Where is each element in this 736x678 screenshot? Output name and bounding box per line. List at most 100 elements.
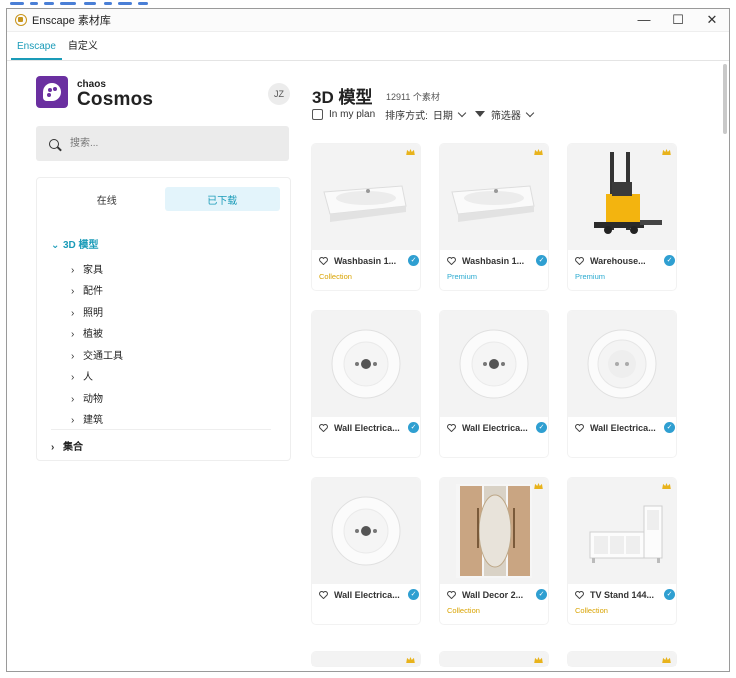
source-toggle: 在线 已下载 bbox=[49, 187, 280, 211]
chevron-down-icon: ⌄ bbox=[51, 240, 60, 251]
category-panel: 在线 已下载 ⌄ 3D 模型 › 家具 › 配件 › 照明 › 植被 › 交通工具 › 人 ›… bbox=[36, 177, 291, 461]
asset-thumbnail[interactable] bbox=[440, 311, 548, 417]
scrollbar-thumb[interactable] bbox=[723, 64, 727, 134]
crown-icon bbox=[534, 149, 543, 155]
category-item[interactable]: › 配件 bbox=[71, 282, 103, 297]
asset-thumbnail[interactable] bbox=[312, 652, 420, 666]
asset-name: Washbasin 1... bbox=[462, 255, 525, 266]
verified-check-icon: ✓ bbox=[664, 422, 675, 433]
crown-icon bbox=[406, 149, 415, 155]
category-item[interactable]: › 建筑 bbox=[71, 411, 103, 426]
category-label: 照明 bbox=[83, 308, 103, 319]
chevron-right-icon: › bbox=[71, 265, 75, 276]
close-button[interactable]: ✕ bbox=[695, 9, 729, 31]
asset-card[interactable]: TV Stand 144... ✓ Collection bbox=[568, 478, 676, 624]
search-icon bbox=[49, 138, 59, 149]
asset-thumbnail[interactable] bbox=[440, 478, 548, 584]
category-item[interactable]: › 家具 bbox=[71, 261, 103, 276]
category-item[interactable]: › 照明 bbox=[71, 304, 103, 319]
tab-custom[interactable]: 自定义 bbox=[62, 37, 104, 60]
asset-tag: Collection bbox=[575, 606, 608, 615]
in-my-plan-label: In my plan bbox=[329, 108, 376, 120]
asset-tag: Premium bbox=[447, 272, 478, 281]
asset-count: 12911 个素材 bbox=[386, 92, 440, 102]
heart-icon[interactable] bbox=[319, 256, 328, 265]
divider bbox=[51, 429, 271, 430]
tab-enscape[interactable]: Enscape bbox=[11, 41, 62, 60]
top-strip bbox=[0, 0, 736, 8]
category-item[interactable]: › 交通工具 bbox=[71, 347, 123, 362]
category-label: 3D 模型 bbox=[63, 240, 99, 251]
chevron-down-icon bbox=[457, 108, 467, 117]
asset-thumbnail[interactable] bbox=[312, 478, 420, 584]
asset-card[interactable]: Wall Electrica... ✓ bbox=[440, 311, 548, 457]
search-box[interactable] bbox=[36, 126, 289, 161]
asset-card[interactable]: Wall Electrica... ✓ bbox=[568, 311, 676, 457]
asset-card[interactable]: Wall Electrica... ✓ bbox=[312, 478, 420, 624]
maximize-button[interactable]: ☐ bbox=[661, 9, 695, 31]
sort-dropdown[interactable]: 日期 bbox=[433, 107, 453, 122]
window-title: Enscape 素材库 bbox=[32, 15, 111, 27]
asset-card[interactable] bbox=[312, 652, 420, 666]
heart-icon[interactable] bbox=[319, 423, 328, 432]
asset-name: Wall Electrica... bbox=[590, 422, 656, 433]
asset-thumbnail[interactable] bbox=[568, 144, 676, 250]
asset-thumbnail[interactable] bbox=[568, 652, 676, 666]
asset-card[interactable] bbox=[568, 652, 676, 666]
asset-thumbnail[interactable] bbox=[312, 311, 420, 417]
category-3d-models[interactable]: ⌄ 3D 模型 bbox=[51, 236, 99, 251]
asset-card[interactable]: Warehouse... ✓ Premium bbox=[568, 144, 676, 290]
filter-icon bbox=[474, 111, 485, 117]
asset-tag: Collection bbox=[447, 606, 480, 615]
asset-name: Wall Electrica... bbox=[334, 589, 400, 600]
minimize-button[interactable]: — bbox=[627, 9, 661, 31]
asset-thumbnail[interactable] bbox=[440, 652, 548, 666]
verified-check-icon: ✓ bbox=[536, 422, 547, 433]
chevron-right-icon: › bbox=[71, 308, 75, 319]
filter-dropdown[interactable]: 筛选器 bbox=[491, 107, 521, 122]
tab-downloaded[interactable]: 已下载 bbox=[164, 187, 280, 211]
verified-check-icon: ✓ bbox=[408, 255, 419, 266]
asset-thumbnail[interactable] bbox=[568, 478, 676, 584]
heart-icon[interactable] bbox=[447, 423, 456, 432]
asset-card[interactable]: Washbasin 1... ✓ Collection bbox=[312, 144, 420, 290]
heart-icon[interactable] bbox=[575, 423, 584, 432]
search-input[interactable] bbox=[68, 137, 262, 150]
tab-online[interactable]: 在线 bbox=[49, 187, 165, 211]
category-item[interactable]: › 植被 bbox=[71, 325, 103, 340]
asset-card[interactable]: Wall Electrica... ✓ bbox=[312, 311, 420, 457]
verified-check-icon: ✓ bbox=[664, 255, 675, 266]
heart-icon[interactable] bbox=[447, 256, 456, 265]
asset-name: Wall Electrica... bbox=[462, 422, 528, 433]
verified-check-icon: ✓ bbox=[408, 589, 419, 600]
crown-icon bbox=[534, 657, 543, 663]
in-my-plan-checkbox[interactable] bbox=[312, 108, 323, 120]
crown-icon bbox=[662, 483, 671, 489]
asset-thumbnail[interactable] bbox=[440, 144, 548, 250]
filter-bar: In my plan 排序方式: 日期 筛选器 bbox=[312, 106, 539, 122]
sort-label: 排序方式: bbox=[385, 110, 428, 122]
chevron-down-icon bbox=[525, 108, 535, 117]
tab-bar: Enscape 自定义 bbox=[7, 32, 729, 61]
heart-icon[interactable] bbox=[575, 590, 584, 599]
category-label: 动物 bbox=[83, 394, 103, 405]
category-label: 交通工具 bbox=[83, 351, 123, 362]
verified-check-icon: ✓ bbox=[664, 589, 675, 600]
asset-card[interactable]: Washbasin 1... ✓ Premium bbox=[440, 144, 548, 290]
category-collection[interactable]: › 集合 bbox=[51, 438, 83, 453]
category-item[interactable]: › 动物 bbox=[71, 390, 103, 405]
category-item[interactable]: › 人 bbox=[71, 368, 93, 383]
asset-card[interactable]: Wall Decor 2... ✓ Collection bbox=[440, 478, 548, 624]
asset-card[interactable] bbox=[440, 652, 548, 666]
heart-icon[interactable] bbox=[447, 590, 456, 599]
asset-thumbnail[interactable] bbox=[568, 311, 676, 417]
enscape-app-icon bbox=[15, 14, 27, 26]
heart-icon[interactable] bbox=[575, 256, 584, 265]
category-label: 建筑 bbox=[83, 415, 103, 426]
cosmos-logo-icon bbox=[36, 76, 68, 108]
heart-icon[interactable] bbox=[319, 590, 328, 599]
user-avatar[interactable]: JZ bbox=[268, 83, 290, 105]
category-label: 家具 bbox=[83, 265, 103, 276]
verified-check-icon: ✓ bbox=[536, 255, 547, 266]
asset-thumbnail[interactable] bbox=[312, 144, 420, 250]
